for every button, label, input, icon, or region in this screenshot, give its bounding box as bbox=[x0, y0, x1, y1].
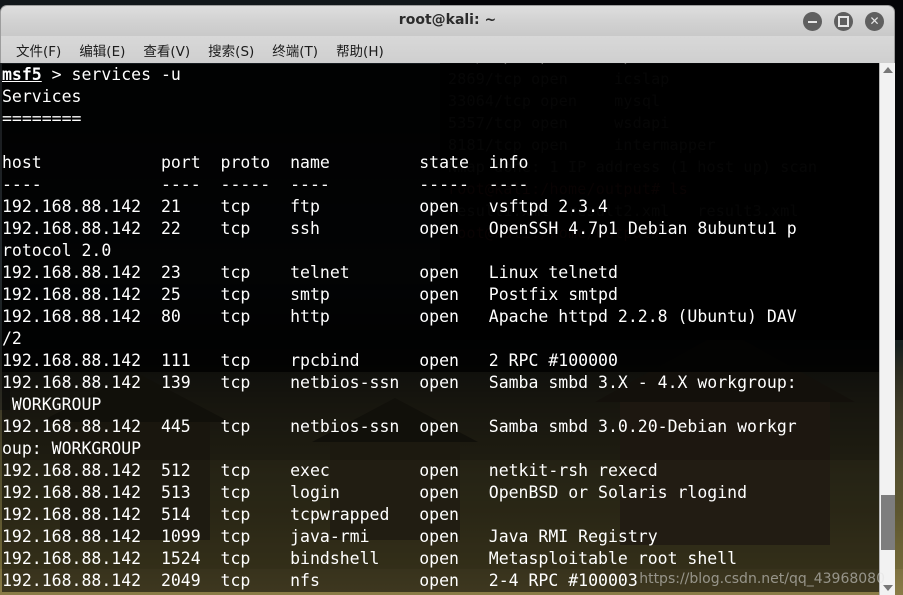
minimize-button[interactable] bbox=[803, 12, 822, 31]
terminal-line: rotocol 2.0 bbox=[2, 240, 884, 262]
terminal-line: 192.168.88.142 139 tcp netbios-ssn open … bbox=[2, 372, 884, 394]
terminal-body[interactable]: msf5 > services -uServices======== host … bbox=[0, 63, 895, 595]
scroll-up-arrow-icon[interactable] bbox=[880, 63, 895, 77]
terminal-line: oup: WORKGROUP bbox=[2, 438, 884, 460]
terminal-line: 192.168.88.142 25 tcp smtp open Postfix … bbox=[2, 284, 884, 306]
scrollbar-thumb[interactable] bbox=[881, 495, 895, 550]
maximize-icon bbox=[838, 16, 849, 27]
menu-item-help[interactable]: 帮助(H) bbox=[327, 37, 393, 63]
menu-item-edit[interactable]: 编辑(E) bbox=[70, 37, 134, 63]
terminal-line: 192.168.88.142 23 tcp telnet open Linux … bbox=[2, 262, 884, 284]
window-title: root@kali: ~ bbox=[1, 6, 894, 35]
menu-item-terminal[interactable]: 终端(T) bbox=[263, 37, 327, 63]
terminal-line: 192.168.88.142 2049 tcp nfs open 2-4 RPC… bbox=[2, 570, 884, 592]
terminal-line: ---- ---- ----- ---- ----- ---- bbox=[2, 174, 884, 196]
close-button[interactable]: ✕ bbox=[865, 12, 884, 31]
terminal-line: 192.168.88.142 80 tcp http open Apache h… bbox=[2, 306, 884, 328]
terminal-line: WORKGROUP bbox=[2, 394, 884, 416]
terminal-line: ======== bbox=[2, 108, 884, 130]
scrollbar-track[interactable] bbox=[881, 77, 895, 581]
terminal-line: msf5 > services -u bbox=[2, 64, 884, 86]
window-controls: ✕ bbox=[803, 12, 884, 31]
menu-item-view[interactable]: 查看(V) bbox=[134, 37, 199, 63]
terminal-output: msf5 > services -uServices======== host … bbox=[0, 63, 884, 592]
menu-bar: 文件(F) 编辑(E) 查看(V) 搜索(S) 终端(T) 帮助(H) bbox=[0, 36, 895, 63]
terminal-line: 192.168.88.142 513 tcp login open OpenBS… bbox=[2, 482, 884, 504]
terminal-line: 192.168.88.142 512 tcp exec open netkit-… bbox=[2, 460, 884, 482]
terminal-line: host port proto name state info bbox=[2, 152, 884, 174]
scroll-down-arrow-icon[interactable] bbox=[880, 581, 895, 595]
terminal-line: 192.168.88.142 1524 tcp bindshell open M… bbox=[2, 548, 884, 570]
maximize-button[interactable] bbox=[834, 12, 853, 31]
terminal-line: 192.168.88.142 22 tcp ssh open OpenSSH 4… bbox=[2, 218, 884, 240]
terminal-line: /2 bbox=[2, 328, 884, 350]
menu-item-search[interactable]: 搜索(S) bbox=[199, 37, 263, 63]
screen: 514/tcp filtered shell902/tcp open iss-r… bbox=[0, 0, 903, 595]
minimize-icon bbox=[808, 21, 817, 23]
terminal-line: 192.168.88.142 445 tcp netbios-ssn open … bbox=[2, 416, 884, 438]
close-icon: ✕ bbox=[869, 15, 879, 27]
title-bar[interactable]: root@kali: ~ ✕ bbox=[0, 5, 895, 36]
terminal-window[interactable]: root@kali: ~ ✕ 文件(F) 编辑(E) 查看(V) 搜索(S) 终… bbox=[0, 5, 895, 595]
terminal-scrollbar[interactable] bbox=[879, 63, 895, 595]
terminal-line: 192.168.88.142 111 tcp rpcbind open 2 RP… bbox=[2, 350, 884, 372]
terminal-line bbox=[2, 130, 884, 152]
terminal-line: Services bbox=[2, 86, 884, 108]
menu-item-file[interactable]: 文件(F) bbox=[7, 37, 70, 63]
terminal-line: 192.168.88.142 21 tcp ftp open vsftpd 2.… bbox=[2, 196, 884, 218]
terminal-line: 192.168.88.142 514 tcp tcpwrapped open bbox=[2, 504, 884, 526]
terminal-line: 192.168.88.142 1099 tcp java-rmi open Ja… bbox=[2, 526, 884, 548]
